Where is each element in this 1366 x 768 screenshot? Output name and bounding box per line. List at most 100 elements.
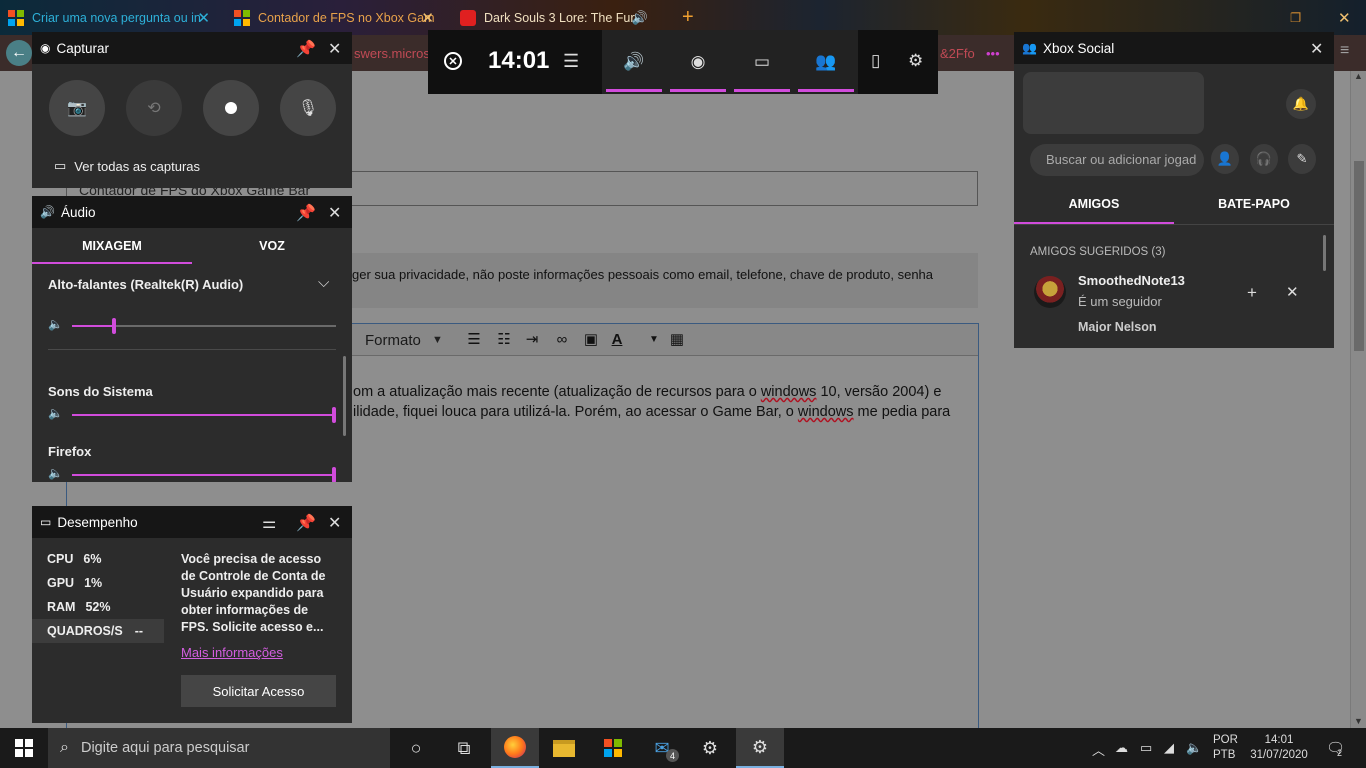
bullet-list-icon[interactable]: ☰	[465, 331, 483, 349]
chevron-up-icon[interactable]: ︿	[1092, 740, 1105, 759]
social-widget-icon[interactable]: 👥	[798, 30, 854, 94]
see-all-captures-link[interactable]: ▭ Ver todas as capturas	[54, 158, 200, 174]
restore-icon[interactable]: ❐	[1290, 0, 1304, 35]
widget-menu-icon[interactable]: ☰	[563, 51, 579, 72]
close-icon[interactable]: ✕	[328, 513, 341, 533]
text-color-icon[interactable]: A	[608, 331, 626, 349]
profile-card[interactable]	[1023, 72, 1204, 134]
link-icon[interactable]: ∞	[553, 331, 571, 349]
format-select[interactable]: Formato	[365, 332, 421, 349]
url-fragment-right[interactable]: &2Ffo	[940, 46, 975, 61]
cortana-icon[interactable]: ○	[392, 728, 440, 768]
editor-content[interactable]: om a atualização mais recente (atualizaç…	[353, 382, 973, 422]
mouse-icon[interactable]: ▯	[871, 51, 880, 71]
xbox-icon[interactable]: ✕	[444, 52, 462, 70]
metric-cpu[interactable]: CPU 6%	[32, 547, 164, 571]
numbered-list-icon[interactable]: ☷	[495, 331, 513, 349]
social-header[interactable]: 👥 Xbox Social ✕	[1014, 32, 1334, 64]
firefox-icon[interactable]	[491, 728, 539, 768]
taskbar-search[interactable]: ⌕ Digite aqui para pesquisar	[48, 728, 390, 768]
output-device-select[interactable]: Alto-falantes (Realtek(R) Audio)	[48, 277, 243, 292]
wifi-icon[interactable]: ◢	[1164, 740, 1174, 756]
scrollbar-thumb[interactable]	[1354, 161, 1364, 351]
metric-fps[interactable]: QUADROS/S --	[32, 619, 164, 643]
add-icon[interactable]: +	[1247, 283, 1257, 303]
metric-ram[interactable]: RAM 52%	[32, 595, 164, 619]
settings-icon[interactable]: ⚙	[686, 728, 734, 768]
table-icon[interactable]: ▦	[668, 331, 686, 349]
headset-icon[interactable]: 🎧	[1250, 144, 1278, 174]
friend-name[interactable]: Major Nelson	[1078, 320, 1157, 332]
settings-active-icon[interactable]: ⚙	[736, 728, 784, 768]
record-last-button[interactable]: ⟲	[126, 80, 182, 136]
system-sounds-volume-slider[interactable]: 🔈	[48, 405, 338, 425]
language-indicator[interactable]: POR PTB	[1213, 733, 1238, 763]
close-tab-icon[interactable]: ✕	[421, 9, 434, 27]
mic-toggle-button[interactable]: 🎙	[280, 80, 336, 136]
performance-widget-icon[interactable]: ▭	[734, 30, 790, 94]
avatar[interactable]	[1034, 276, 1066, 308]
chevron-down-icon[interactable]: ▼	[432, 334, 443, 346]
screenshot-button[interactable]: 📷	[49, 80, 105, 136]
audio-widget-icon[interactable]: 🔊	[606, 30, 662, 94]
menu-icon[interactable]: ≡	[1340, 42, 1349, 60]
more-info-link[interactable]: Mais informações	[181, 645, 283, 660]
windows-start-icon[interactable]	[15, 739, 33, 757]
metric-gpu[interactable]: GPU 1%	[32, 571, 164, 595]
capture-widget-icon[interactable]: ◉	[670, 30, 726, 94]
pin-icon[interactable]: 📌	[296, 513, 316, 533]
tab-mixagem[interactable]: MIXAGEM	[32, 228, 192, 264]
clock[interactable]: 14:01 31/07/2020	[1249, 733, 1309, 763]
speaker-icon[interactable]: 🔈	[48, 317, 63, 331]
friend-search-input[interactable]: Buscar ou adicionar jogad	[1030, 144, 1204, 176]
speaker-icon[interactable]: 🔊	[632, 10, 648, 26]
options-icon[interactable]: ⚌	[262, 513, 276, 533]
social-scrollbar[interactable]	[1323, 235, 1326, 271]
firefox-volume-slider[interactable]: 🔈	[48, 465, 338, 482]
speaker-icon[interactable]: 🔈	[48, 406, 63, 420]
pin-icon[interactable]: 📌	[296, 203, 316, 223]
tab-chat[interactable]: BATE-PAPO	[1174, 184, 1334, 224]
speaker-icon[interactable]: 🔈	[48, 466, 63, 480]
onedrive-icon[interactable]: ☁	[1115, 740, 1128, 756]
file-explorer-icon[interactable]	[540, 728, 588, 768]
tab-voz[interactable]: VOZ	[192, 228, 352, 264]
battery-icon[interactable]: ▭	[1140, 740, 1152, 756]
add-friend-icon[interactable]: 👤	[1211, 144, 1239, 174]
close-icon[interactable]: ✕	[1310, 39, 1323, 59]
pin-icon[interactable]: 📌	[296, 39, 316, 59]
mail-icon[interactable]: ✉ 4	[638, 728, 686, 768]
bell-icon[interactable]: 🔔	[1286, 89, 1316, 119]
indent-icon[interactable]: ⇥	[523, 331, 541, 349]
suggested-friends-header[interactable]: AMIGOS SUGERIDOS (3)	[1030, 246, 1165, 258]
scroll-up-icon[interactable]: ▲	[1354, 71, 1363, 81]
close-icon[interactable]: ✕	[328, 39, 341, 59]
audio-scrollbar[interactable]	[343, 356, 346, 436]
browser-tab-2[interactable]: Contador de FPS no Xbox Gam ✕	[234, 0, 438, 35]
dismiss-icon[interactable]: ✕	[1286, 283, 1299, 301]
close-tab-icon[interactable]: ✕	[197, 9, 210, 27]
record-button[interactable]	[203, 80, 259, 136]
chevron-down-icon[interactable]: ⌵	[318, 274, 329, 291]
gear-icon[interactable]: ⚙	[908, 51, 923, 71]
page-scrollbar[interactable]: ▲ ▼	[1350, 71, 1366, 728]
chevron-down-icon[interactable]: ▼	[645, 331, 663, 349]
capture-header[interactable]: ◉ Capturar 📌 ✕	[32, 32, 352, 64]
compose-icon[interactable]: ✎	[1288, 144, 1316, 174]
notification-icon[interactable]: 🗨 2	[1326, 739, 1345, 758]
image-icon[interactable]: ▣	[582, 331, 600, 349]
close-icon[interactable]: ✕	[328, 203, 341, 223]
audio-header[interactable]: 🔊 Áudio 📌 ✕	[32, 196, 352, 228]
task-view-icon[interactable]: ⧉	[440, 728, 488, 768]
performance-header[interactable]: ▭ Desempenho ⚌ 📌 ✕	[32, 506, 352, 538]
device-volume-slider[interactable]: 🔈	[48, 316, 338, 336]
browser-tab-1[interactable]: Criar uma nova pergunta ou in ✕	[8, 0, 214, 35]
close-window-icon[interactable]: ✕	[1338, 0, 1352, 35]
friend-name[interactable]: SmoothedNote13	[1078, 273, 1185, 288]
request-access-button[interactable]: Solicitar Acesso	[181, 675, 336, 707]
store-icon[interactable]	[589, 728, 637, 768]
tab-friends[interactable]: AMIGOS	[1014, 184, 1174, 224]
back-arrow-icon[interactable]: ←	[6, 40, 32, 66]
more-icon[interactable]: •••	[986, 46, 1000, 61]
volume-icon[interactable]: 🔈	[1186, 740, 1202, 756]
